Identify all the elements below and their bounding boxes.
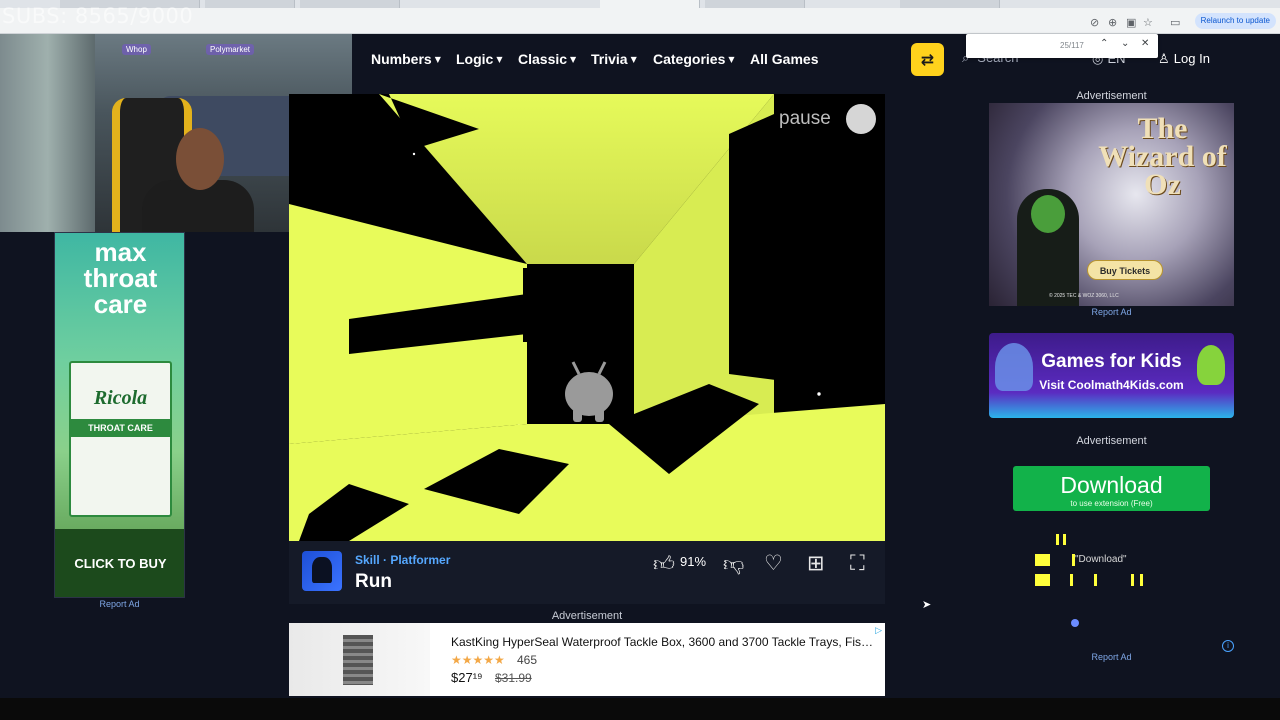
ad-old-price: $31.99	[495, 671, 532, 685]
find-in-page-bar[interactable]: 25/117 ⌃ ⌄ ✕	[966, 34, 1158, 58]
ad-cta-button[interactable]: CLICK TO BUY	[55, 556, 184, 571]
bookmark-star-icon[interactable]: ☆	[1143, 16, 1153, 29]
ad-title: The Wizard of Oz	[1098, 112, 1227, 201]
thumbs-down-icon[interactable]: 👎︎	[723, 551, 744, 577]
game-scene	[289, 94, 885, 541]
browser-tab[interactable]	[300, 0, 400, 8]
highlight-mark	[1056, 534, 1059, 545]
banner-title: Games for Kids	[1041, 351, 1182, 372]
block-icon[interactable]: ⊘	[1090, 16, 1099, 29]
rating-stars: ★★★★★	[451, 653, 505, 667]
taskbar	[0, 698, 1280, 720]
highlight-mark	[1131, 574, 1134, 586]
ad-character	[1017, 189, 1079, 306]
download-note: "Download"	[1075, 554, 1127, 565]
install-icon[interactable]: ▣	[1126, 16, 1136, 29]
login-button[interactable]: ♙ Log In	[1158, 51, 1210, 67]
webcam-person-head	[176, 128, 224, 190]
pause-label: pause	[779, 108, 831, 129]
report-ad-link[interactable]: Report Ad	[989, 652, 1234, 662]
user-icon: ♙	[1158, 52, 1174, 67]
highlight-mark	[1035, 554, 1050, 566]
relaunch-button[interactable]: Relaunch to update	[1194, 13, 1276, 29]
add-to-playlist-icon[interactable]: ⊞	[807, 551, 825, 575]
chevron-down-icon: ▼	[570, 55, 577, 64]
safe-search-logo	[1071, 619, 1079, 627]
ad-headline: max throat care	[83, 237, 158, 319]
left-advertisement[interactable]: max throat care Ricola THROAT CARE CLICK…	[54, 232, 185, 598]
download-sublabel: to use extension (Free)	[1070, 499, 1153, 508]
find-count: 25/117	[1060, 41, 1084, 50]
browser-tab[interactable]	[900, 0, 1000, 8]
info-icon[interactable]: i	[1222, 640, 1234, 652]
subs-counter: SUBS: 8565/9000	[2, 4, 194, 28]
nav-all-games[interactable]: All Games	[750, 51, 818, 67]
download-label: Download	[1060, 472, 1163, 498]
webcam-window	[0, 34, 95, 232]
advertisement-label: Advertisement	[1076, 90, 1147, 102]
game-category-breadcrumb[interactable]: Skill · Platformer	[355, 553, 450, 567]
product-pack: Ricola THROAT CARE	[69, 361, 172, 517]
mouse-cursor-icon: ➤	[922, 598, 932, 611]
thumbs-up-icon[interactable]: 👍︎	[653, 551, 675, 577]
nav-classic[interactable]: Classic ▼	[518, 51, 576, 67]
sponsor-badge: Polymarket	[206, 44, 255, 55]
chevron-down-icon: ▼	[434, 55, 441, 64]
game-thumbnail	[302, 551, 342, 591]
adchoices-icon[interactable]: ▷	[875, 625, 882, 636]
ad-product-title[interactable]: KastKing HyperSeal Waterproof Tackle Box…	[451, 635, 876, 649]
game-rating: 91%	[680, 554, 707, 569]
bottom-advertisement[interactable]: KastKing HyperSeal Waterproof Tackle Box…	[289, 623, 885, 696]
find-next-icon[interactable]: ⌄	[1121, 38, 1129, 49]
chevron-down-icon: ▼	[496, 55, 503, 64]
ad-price: $27¹⁹	[451, 670, 483, 685]
game-info-bar: Skill · Platformer Run 👍︎ 91% 👎︎ ♡ ⊞ ⛶	[289, 541, 885, 604]
nav-logic[interactable]: Logic ▼	[456, 51, 503, 67]
find-previous-icon[interactable]: ⌃	[1100, 38, 1108, 49]
highlight-mark	[1070, 574, 1073, 586]
ad-product-image	[289, 623, 430, 696]
game-canvas[interactable]: pause	[289, 94, 885, 541]
games-for-kids-banner[interactable]: Games for Kids Visit Coolmath4Kids.com	[989, 333, 1234, 418]
review-count: 465	[517, 653, 538, 667]
sponsor-badge: Whop	[122, 44, 151, 55]
heart-icon[interactable]: ♡	[764, 551, 783, 575]
game-title: Run	[355, 571, 392, 592]
ad-product-band: THROAT CARE	[71, 419, 170, 437]
report-ad-link[interactable]: Report Ad	[54, 599, 185, 609]
nav-trivia[interactable]: Trivia ▼	[591, 51, 637, 67]
buy-tickets-button[interactable]: Buy Tickets	[1087, 260, 1163, 280]
browser-tab[interactable]	[205, 0, 295, 8]
report-ad-link[interactable]: Report Ad	[989, 307, 1234, 317]
pause-button[interactable]	[846, 104, 876, 134]
highlight-mark	[1094, 574, 1097, 586]
download-ad-button[interactable]: Download to use extension (Free)	[1013, 466, 1210, 511]
highlight-mark	[1140, 574, 1143, 586]
browser-tab-active[interactable]	[600, 0, 700, 8]
advertisement-label: Advertisement	[551, 610, 623, 622]
ad-brand: Ricola	[93, 387, 148, 409]
chevron-down-icon: ▼	[630, 55, 637, 64]
chevron-down-icon: ▼	[728, 55, 735, 64]
sidepanel-icon[interactable]: ▭	[1170, 16, 1180, 29]
banner-subtitle: Visit Coolmath4Kids.com	[1039, 378, 1184, 392]
wizard-of-oz-ad[interactable]: The Wizard of Oz Buy Tickets © 2025 TEC …	[989, 103, 1234, 306]
nav-numbers[interactable]: Numbers ▼	[371, 51, 441, 67]
shuffle-icon: ⇄	[920, 50, 935, 69]
nav-categories[interactable]: Categories ▼	[653, 51, 735, 67]
browser-tab[interactable]	[705, 0, 805, 8]
find-close-icon[interactable]: ✕	[1141, 38, 1149, 49]
random-game-button[interactable]: ⇄	[911, 43, 944, 76]
highlight-mark	[1035, 574, 1050, 586]
fullscreen-icon[interactable]: ⛶	[850, 551, 865, 576]
advertisement-label: Advertisement	[1076, 435, 1147, 447]
highlight-mark	[1063, 534, 1066, 545]
zoom-icon[interactable]: ⊕	[1108, 16, 1117, 29]
ad-legal-text: © 2025 TEC & WOZ 3060, LLC	[1049, 293, 1119, 299]
